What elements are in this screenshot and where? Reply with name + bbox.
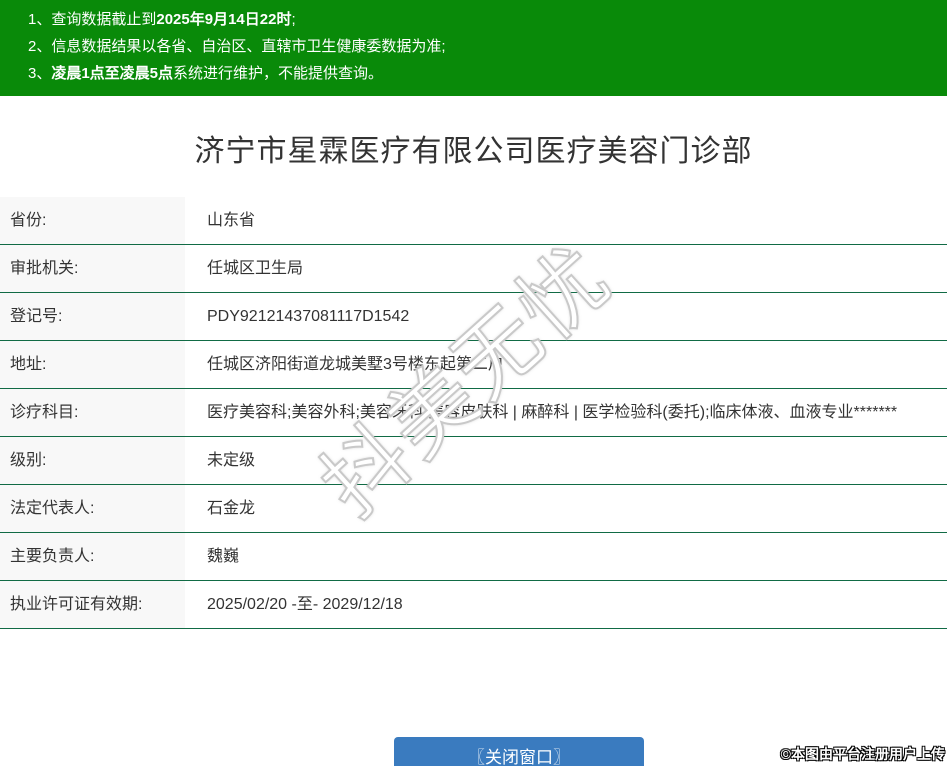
row-value: 2025/02/20 -至- 2029/12/18	[207, 596, 403, 613]
table-row-license-validity: 执业许可证有效期: 2025/02/20 -至- 2029/12/18	[0, 581, 947, 629]
table-row-province: 省份: 山东省	[0, 197, 947, 245]
table-row-main-person-in-charge: 主要负责人: 魏巍	[0, 533, 947, 581]
row-label: 省份:	[0, 197, 185, 244]
row-value: 未定级	[207, 452, 256, 469]
notice-line-3: 3、凌晨1点至凌晨5点系统进行维护，不能提供查询。	[28, 60, 937, 87]
row-value: 任城区济阳街道龙城美墅3号楼东起第二户	[207, 356, 504, 373]
close-window-button[interactable]: 〖关闭窗口〗	[394, 737, 644, 766]
row-label: 地址:	[0, 341, 185, 388]
row-label: 诊疗科目:	[0, 389, 185, 436]
notice-text: 查询数据截止到	[51, 11, 157, 28]
notice-line-2: 2、信息数据结果以各省、自治区、直辖市卫生健康委数据为准;	[28, 33, 937, 60]
row-label: 级别:	[0, 437, 185, 484]
row-value: 魏巍	[207, 548, 240, 565]
row-label: 法定代表人:	[0, 485, 185, 532]
row-value: 医疗美容科;美容外科;美容牙科;美容皮肤科 | 麻醉科 | 医学检验科(委托);…	[207, 404, 898, 421]
row-label: 登记号:	[0, 293, 185, 340]
row-value: 任城区卫生局	[207, 260, 304, 277]
notice-line-1: 1、查询数据截止到2025年9月14日22时;	[28, 6, 937, 33]
copyright-watermark: ©本图由平台注册用户上传	[780, 746, 945, 763]
notice-text: 信息数据结果以各省、自治区、直辖市卫生健康委数据为准;	[51, 38, 446, 55]
table-row-approval-authority: 审批机关: 任城区卫生局	[0, 245, 947, 293]
row-value: PDY92121437081117D1542	[207, 308, 410, 325]
row-label: 执业许可证有效期:	[0, 581, 185, 628]
page-title: 济宁市星霖医疗有限公司医疗美容门诊部	[194, 135, 753, 168]
row-label: 主要负责人:	[0, 533, 185, 580]
row-value: 石金龙	[207, 500, 256, 517]
table-row-legal-representative: 法定代表人: 石金龙	[0, 485, 947, 533]
table-row-level: 级别: 未定级	[0, 437, 947, 485]
notice-number: 1、	[28, 11, 52, 28]
row-label: 审批机关:	[0, 245, 185, 292]
info-table: 省份: 山东省 审批机关: 任城区卫生局 登记号: PDY92121437081…	[0, 197, 947, 629]
notice-number: 2、	[28, 38, 52, 55]
table-row-registration-number: 登记号: PDY92121437081117D1542	[0, 293, 947, 341]
notice-text-bold: 2025年9月14日22时	[156, 11, 292, 28]
row-value: 山东省	[207, 212, 256, 229]
notice-bar: 1、查询数据截止到2025年9月14日22时; 2、信息数据结果以各省、自治区、…	[0, 0, 947, 96]
notice-number: 3、	[28, 65, 52, 82]
notice-text: ;	[291, 11, 296, 28]
table-row-address: 地址: 任城区济阳街道龙城美墅3号楼东起第二户	[0, 341, 947, 389]
table-row-medical-subjects: 诊疗科目: 医疗美容科;美容外科;美容牙科;美容皮肤科 | 麻醉科 | 医学检验…	[0, 389, 947, 437]
notice-text: 系统进行维护，不能提供查询。	[173, 65, 384, 82]
notice-text-bold: 凌晨1点至凌晨5点	[51, 65, 174, 82]
